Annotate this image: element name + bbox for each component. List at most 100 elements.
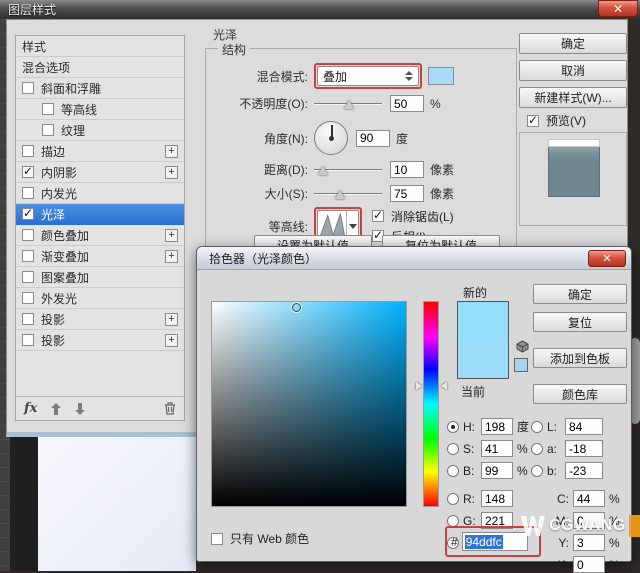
checkbox[interactable] [22, 292, 34, 304]
k-input[interactable] [573, 556, 605, 573]
preview-checkbox-row[interactable]: 预览(V) [527, 112, 586, 129]
web-safe-color-swatch[interactable] [514, 358, 528, 372]
group-legend: 结构 [218, 41, 251, 58]
add-instance-button[interactable] [165, 165, 178, 179]
checkbox[interactable] [22, 271, 34, 283]
picker-reset-button[interactable]: 复位 [533, 312, 627, 332]
k-label: K: [557, 557, 569, 572]
radio-b-lab[interactable] [531, 464, 543, 477]
checkbox[interactable] [372, 208, 384, 222]
add-instance-button[interactable] [165, 333, 178, 347]
satin-color-swatch[interactable] [428, 67, 454, 85]
sidebar-item-contour[interactable]: 等高线 [16, 99, 184, 120]
cancel-button[interactable]: 取消 [519, 60, 627, 81]
sidebar-item-color-overlay[interactable]: 颜色叠加 [16, 225, 184, 246]
hue-marker-right-icon[interactable] [441, 382, 447, 390]
sidebar-item-blending-options[interactable]: 混合选项 [16, 57, 184, 78]
delete-effect-icon[interactable] [164, 402, 176, 415]
size-input[interactable] [390, 185, 424, 202]
sidebar-item-drop-shadow[interactable]: 投影 [16, 330, 184, 351]
picker-ok-button[interactable]: 确定 [533, 284, 627, 304]
h-input[interactable] [481, 418, 513, 435]
current-color-swatch[interactable] [458, 340, 508, 378]
stepper-icon [405, 71, 413, 81]
add-instance-button[interactable] [165, 144, 178, 158]
opacity-slider[interactable] [314, 97, 382, 111]
size-row: 大小(S): 像素 [208, 185, 454, 202]
window-close-button[interactable]: ✕ [598, 0, 638, 17]
s-unit: % [517, 441, 528, 456]
checkbox[interactable] [527, 113, 539, 127]
r-input[interactable] [481, 490, 513, 507]
move-up-icon[interactable] [51, 402, 62, 415]
checkbox[interactable] [22, 334, 34, 346]
saturation-brightness-field[interactable] [211, 301, 407, 507]
sidebar-item-styles[interactable]: 样式 [16, 36, 184, 57]
opacity-label: 不透明度(O): [239, 97, 308, 111]
l-input[interactable] [565, 418, 603, 435]
a-input[interactable] [565, 440, 603, 457]
color-libraries-button[interactable]: 颜色库 [533, 384, 627, 404]
hex-input[interactable]: 94ddfc [461, 532, 528, 551]
distance-slider[interactable] [314, 163, 382, 177]
distance-label: 距离(D): [264, 163, 308, 177]
checkbox[interactable] [22, 145, 34, 157]
checkbox[interactable] [42, 124, 54, 136]
effects-toolbar: fx [16, 396, 184, 420]
b-input[interactable] [481, 462, 513, 479]
structure-group: 结构 混合模式: 叠加 不透明度(O): % 角度(N): 度 距离(D) [205, 41, 517, 256]
add-instance-button[interactable] [165, 228, 178, 242]
checkbox[interactable] [22, 164, 34, 178]
sidebar-item-gradient-overlay[interactable]: 渐变叠加 [16, 246, 184, 267]
hue-slider[interactable] [423, 301, 439, 507]
sidebar-item-inner-glow[interactable]: 内发光 [16, 183, 184, 204]
checkbox[interactable] [22, 229, 34, 241]
picker-close-button[interactable]: ✕ [588, 250, 626, 267]
lab-b-input[interactable] [565, 462, 603, 479]
fx-icon[interactable]: fx [24, 401, 37, 416]
add-instance-button[interactable] [165, 249, 178, 263]
checkbox[interactable] [22, 82, 34, 94]
lab-l-row: L: [531, 418, 603, 435]
add-to-swatches-button[interactable]: 添加到色板 [533, 348, 627, 368]
checkbox[interactable] [22, 206, 34, 220]
s-input[interactable] [481, 440, 513, 457]
sidebar-item-satin[interactable]: 光泽 [16, 204, 184, 225]
opacity-input[interactable] [390, 95, 424, 112]
add-instance-button[interactable] [165, 312, 178, 326]
sidebar-item-label: 斜面和浮雕 [41, 81, 102, 96]
radio-r[interactable] [447, 492, 459, 505]
radio-h[interactable] [447, 420, 459, 433]
angle-input[interactable] [356, 129, 390, 147]
sidebar-item-inner-shadow[interactable]: 内阴影 [16, 162, 184, 183]
checkbox[interactable] [211, 532, 223, 545]
radio-l[interactable] [531, 420, 543, 433]
radio-g[interactable] [447, 514, 459, 527]
move-down-icon[interactable] [75, 402, 86, 415]
antialias-checkbox-row[interactable]: 消除锯齿(L) [372, 208, 454, 225]
size-slider[interactable] [314, 187, 382, 201]
sidebar-item-bevel-emboss[interactable]: 斜面和浮雕 [16, 78, 184, 99]
angle-dial[interactable] [314, 121, 348, 155]
new-style-button[interactable]: 新建样式(W)... [519, 87, 627, 108]
radio-b-hsb[interactable] [447, 464, 459, 477]
web-safe-cube-icon[interactable] [516, 340, 529, 356]
color-field-marker[interactable] [292, 303, 301, 312]
sidebar-item-drop-shadow[interactable]: 投影 [16, 309, 184, 330]
radio-a[interactable] [531, 442, 543, 455]
blend-mode-select[interactable]: 叠加 [317, 66, 419, 86]
checkbox[interactable] [22, 250, 34, 262]
checkbox[interactable] [42, 103, 54, 115]
hue-marker-left-icon[interactable] [416, 382, 422, 390]
distance-input[interactable] [390, 161, 424, 178]
sidebar-item-stroke[interactable]: 描边 [16, 141, 184, 162]
ok-button[interactable]: 确定 [519, 33, 627, 54]
sidebar-item-outer-glow[interactable]: 外发光 [16, 288, 184, 309]
radio-s[interactable] [447, 442, 459, 455]
checkbox[interactable] [22, 313, 34, 325]
sidebar-item-pattern-overlay[interactable]: 图案叠加 [16, 267, 184, 288]
c-input[interactable] [573, 490, 605, 507]
web-colors-only-row[interactable]: 只有 Web 颜色 [211, 530, 309, 547]
sidebar-item-texture[interactable]: 纹理 [16, 120, 184, 141]
checkbox[interactable] [22, 187, 34, 199]
